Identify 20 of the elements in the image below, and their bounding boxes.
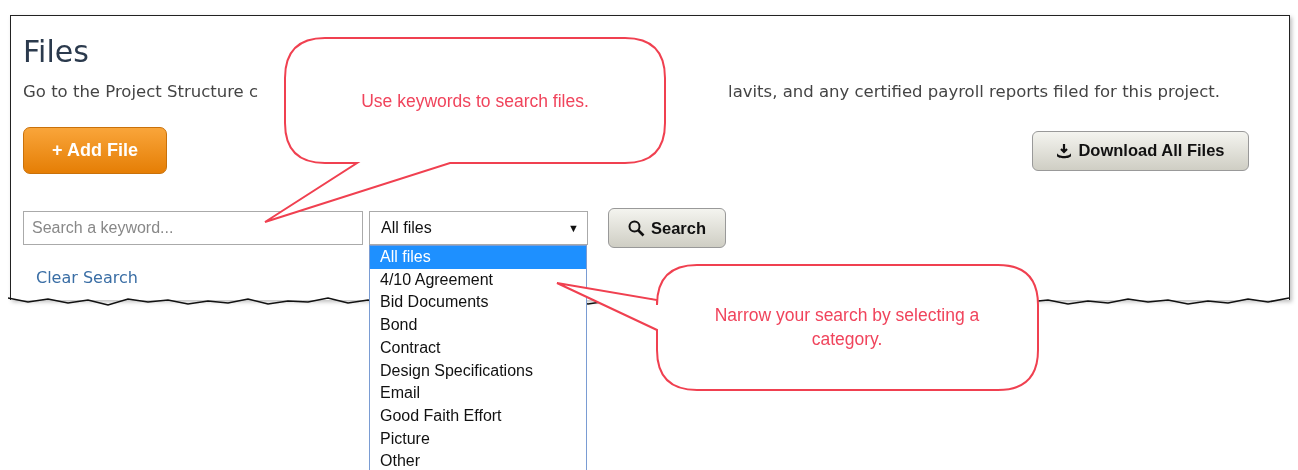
dropdown-option[interactable]: Good Faith Effort	[370, 404, 586, 428]
download-icon	[1056, 142, 1073, 159]
dropdown-option[interactable]: 4/10 Agreement	[370, 268, 586, 292]
callout-text: Use keywords to search files.	[360, 90, 590, 113]
dropdown-option[interactable]: Contract	[370, 336, 586, 360]
search-field[interactable]: Search a keyword...	[23, 211, 363, 245]
dropdown-option[interactable]: Other	[370, 450, 586, 470]
clear-search-link[interactable]: Clear Search	[36, 268, 138, 287]
page-title: Files	[23, 34, 90, 70]
dropdown-option[interactable]: Email	[370, 382, 586, 405]
dropdown-option[interactable]: Picture	[370, 427, 586, 451]
description-text: Go to the Project Structure c	[23, 81, 259, 103]
download-all-button[interactable]: Download All Files	[1032, 130, 1249, 171]
description-text: lavits, and any certified payroll reports filed for this project.	[728, 81, 1220, 103]
dropdown-option[interactable]: Bond	[370, 314, 586, 337]
dropdown-option[interactable]: Bid Documents	[370, 291, 586, 315]
dropdown-option[interactable]: Design Specifications	[370, 359, 586, 383]
callout-text: Narrow your search by selecting a category.	[713, 304, 981, 351]
search-button[interactable]: Search	[608, 208, 726, 248]
search-icon	[627, 219, 645, 237]
